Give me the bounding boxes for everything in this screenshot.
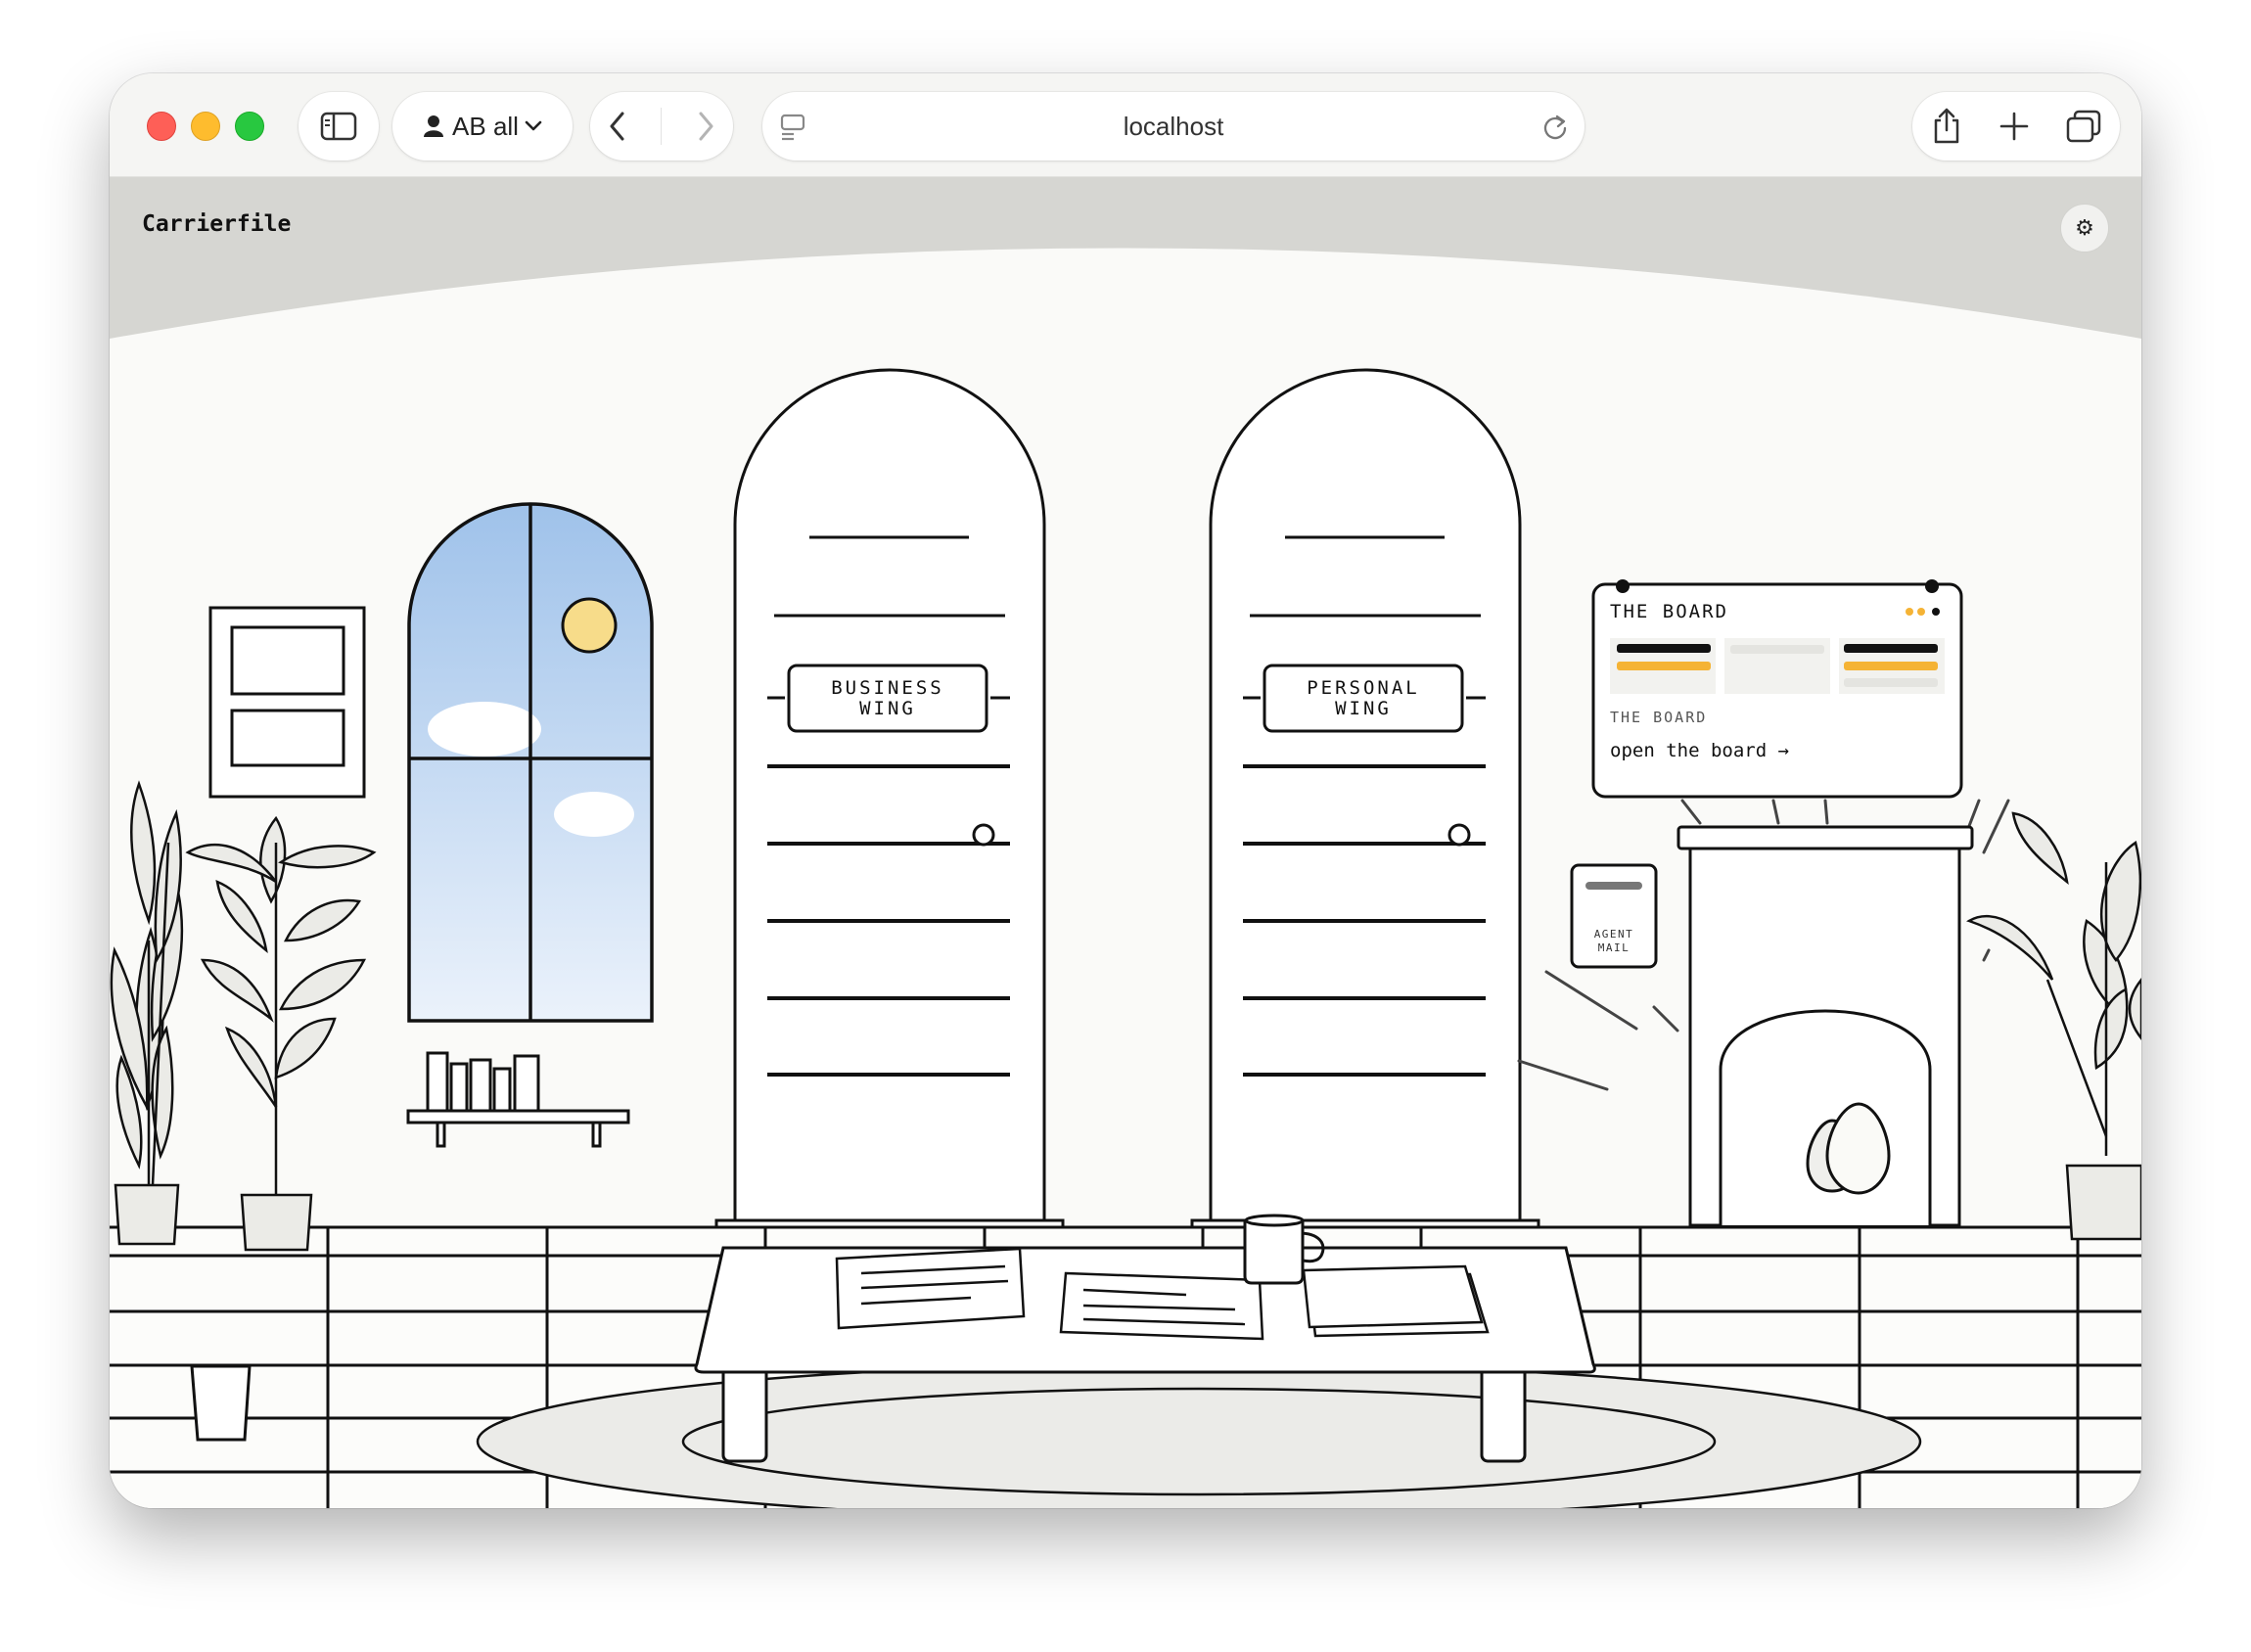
page-content: BUSINESS WING PERSONAL WING THE BOARD TH… bbox=[110, 177, 2141, 1508]
agent-mail-box[interactable]: AGENT MAIL bbox=[1570, 863, 1658, 969]
reload-icon[interactable] bbox=[1541, 114, 1569, 141]
forward-icon[interactable] bbox=[695, 111, 716, 142]
new-tab-icon[interactable] bbox=[1999, 112, 2029, 141]
personal-sign-line1: PERSONAL bbox=[1307, 677, 1420, 699]
rug bbox=[476, 1361, 1922, 1508]
address-bar[interactable]: localhost bbox=[762, 92, 1585, 161]
gear-icon: ⚙ bbox=[2075, 215, 2094, 241]
personal-sign-line2: WING bbox=[1335, 698, 1392, 719]
wastebasket bbox=[190, 1364, 252, 1442]
wall-window bbox=[407, 502, 654, 1023]
personal-wing-door bbox=[1190, 368, 1540, 1229]
the-board-card[interactable]: THE BOARD THE BOARD open the board → bbox=[1591, 579, 1963, 799]
table-paper-middle bbox=[1059, 1271, 1264, 1341]
zoom-window-button[interactable] bbox=[235, 112, 264, 141]
profile-switcher[interactable]: AB all bbox=[392, 92, 573, 161]
minimize-window-button[interactable] bbox=[191, 112, 220, 141]
tab-overview-icon[interactable] bbox=[2066, 110, 2101, 143]
board-link: open the board → bbox=[1610, 740, 1789, 761]
browser-toolbar: AB all localhost bbox=[110, 73, 2141, 177]
wall-frame bbox=[208, 606, 366, 799]
agent-mail-line1: AGENT bbox=[1594, 928, 1634, 941]
sidebar-toggle-button[interactable] bbox=[299, 92, 379, 161]
navigation-buttons bbox=[590, 92, 733, 161]
business-sign-line1: BUSINESS bbox=[831, 677, 944, 699]
fireplace bbox=[1677, 825, 1974, 1227]
url-text: localhost bbox=[1123, 111, 1224, 141]
agent-mail-line2: MAIL bbox=[1598, 941, 1631, 954]
business-wing-sign[interactable]: BUSINESS WING bbox=[787, 664, 988, 733]
board-subtitle: THE BOARD bbox=[1610, 709, 1707, 726]
browser-window: AB all localhost BUSINESS WING PERSONAL … bbox=[110, 73, 2141, 1508]
office-scene: BUSINESS WING PERSONAL WING THE BOARD TH… bbox=[110, 177, 2141, 1508]
table-notebook bbox=[1302, 1264, 1490, 1338]
window-actions bbox=[1912, 92, 2120, 161]
person-icon bbox=[424, 115, 444, 137]
business-sign-line2: WING bbox=[859, 698, 916, 719]
settings-button[interactable]: ⚙ bbox=[2060, 204, 2109, 252]
chevron-down-icon bbox=[525, 120, 542, 131]
business-wing-door bbox=[714, 368, 1065, 1229]
close-window-button[interactable] bbox=[147, 112, 176, 141]
personal-door-knob bbox=[1447, 823, 1471, 847]
board-header: THE BOARD bbox=[1610, 601, 1728, 622]
profile-label: AB all bbox=[452, 111, 519, 141]
table-paper-left bbox=[835, 1247, 1026, 1330]
share-icon[interactable] bbox=[1931, 108, 1962, 145]
back-icon[interactable] bbox=[607, 111, 628, 142]
sidebar-icon bbox=[320, 112, 357, 141]
personal-wing-sign[interactable]: PERSONAL WING bbox=[1263, 664, 1464, 733]
app-title: Carrierfile bbox=[142, 211, 292, 237]
sun bbox=[561, 597, 618, 654]
business-door-knob bbox=[972, 823, 995, 847]
